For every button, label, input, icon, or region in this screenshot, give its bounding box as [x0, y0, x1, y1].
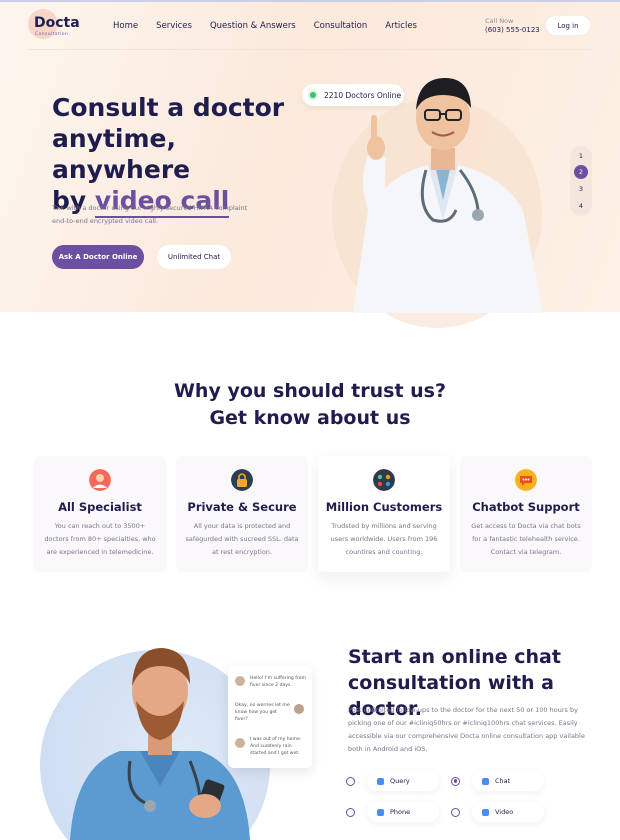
feature-card-desc: You can reach out to 3500+ doctors from …	[44, 522, 156, 556]
feature-card-desc: Trudsted by millions and serving users w…	[330, 522, 438, 556]
trust-title-line2: Get know about us	[209, 407, 411, 429]
header-divider	[28, 49, 591, 50]
feature-card-desc: Get access to Docta via chat bots for a …	[471, 522, 581, 556]
option-label: Video	[495, 808, 514, 816]
hero-title: Consult a doctor anytime, anywhere by vi…	[52, 92, 312, 218]
doctor-hero-image	[353, 78, 543, 313]
trust-title-line1: Why you should trust us?	[173, 380, 447, 402]
call-number[interactable]: (603) 555-0123	[485, 26, 540, 34]
avatar	[235, 738, 245, 748]
option-chat[interactable]: Chat	[451, 771, 544, 791]
ask-doctor-button[interactable]: Ask A Doctor Online	[52, 245, 144, 269]
radio-button[interactable]	[346, 776, 355, 786]
consult-description: Post unlimited follow-ups to the doctor …	[348, 706, 585, 753]
radio-button[interactable]	[451, 807, 460, 817]
option-pill[interactable]: Phone	[367, 802, 439, 822]
feature-card-title: All Specialist	[58, 500, 142, 514]
chat-message: Hello! I'm suffering from fiver since 2 …	[250, 676, 306, 688]
feature-card-specialist[interactable]: All Specialist You can reach out to 3500…	[34, 456, 166, 572]
option-label: Chat	[495, 777, 511, 785]
logo[interactable]: Docta Consultation	[28, 9, 80, 39]
call-label: Call Now	[485, 17, 514, 25]
nav-home[interactable]: Home	[113, 21, 138, 31]
option-label: Query	[390, 777, 410, 785]
option-pill[interactable]: Video	[472, 802, 544, 822]
video-icon	[482, 808, 489, 816]
option-query[interactable]: Query	[346, 771, 439, 791]
option-pill[interactable]: Query	[367, 771, 439, 791]
doctor-icon	[89, 469, 111, 491]
hero-pager: 1 2 3 4	[570, 146, 592, 216]
trust-title: Why you should trust us? Get know about …	[0, 378, 620, 432]
avatar	[294, 704, 304, 714]
logo-text: Docta	[34, 15, 80, 31]
option-pill[interactable]: Chat	[472, 771, 544, 791]
nav-questions-answers[interactable]: Question & Answers	[210, 21, 296, 31]
option-phone[interactable]: Phone	[346, 802, 439, 822]
feature-card-chatbot[interactable]: Chatbot Support Get access to Docta via …	[460, 456, 592, 572]
hero-title-line1: Consult a doctor	[52, 93, 285, 122]
unlimited-chat-button[interactable]: Unlimited Chat	[157, 245, 231, 269]
pager-item-3[interactable]: 3	[574, 182, 588, 196]
feature-card-private[interactable]: Private & Secure All your data is protec…	[176, 456, 308, 572]
doctors-online-text: 2210 Doctors Online	[324, 90, 402, 100]
query-icon	[377, 777, 384, 785]
feature-card-customers[interactable]: Million Customers Trudsted by millions a…	[318, 456, 450, 572]
users-icon	[373, 469, 395, 491]
pager-item-1[interactable]: 1	[574, 149, 588, 163]
nav-services[interactable]: Services	[156, 21, 192, 31]
option-video[interactable]: Video	[451, 802, 544, 822]
radio-button[interactable]	[451, 776, 460, 786]
lock-icon	[231, 469, 253, 491]
avatar	[235, 676, 245, 686]
radio-button[interactable]	[346, 807, 355, 817]
top-border	[0, 0, 620, 2]
chat-message: Okay, no worries let me know how you get…	[235, 703, 290, 722]
feature-card-title: Chatbot Support	[472, 500, 580, 514]
option-label: Phone	[390, 808, 411, 816]
consult-title-line1: Start an online chat	[348, 646, 561, 668]
hero-description: Talk with a doctor using our highly secu…	[52, 204, 248, 225]
feature-card-desc: All your data is protected and safegurde…	[185, 522, 299, 556]
chat-icon	[482, 777, 489, 785]
login-button[interactable]: Log in	[545, 15, 591, 36]
pager-item-2[interactable]: 2	[574, 165, 588, 179]
hero-title-line2: anytime, anywhere	[52, 124, 191, 184]
chat-message: I was out of my home. And suddenly rain …	[250, 737, 302, 756]
chat-icon	[515, 469, 537, 491]
pager-item-4[interactable]: 4	[574, 199, 588, 213]
online-status-dot-icon	[310, 92, 316, 98]
nav-consultation[interactable]: Consultation	[314, 21, 368, 31]
doctors-online-badge: 2210 Doctors Online	[302, 84, 404, 106]
phone-icon	[377, 808, 384, 816]
main-nav: Home Services Question & Answers Consult…	[113, 21, 435, 31]
nav-articles[interactable]: Articles	[385, 21, 417, 31]
chat-preview: Hello! I'm suffering from fiver since 2 …	[228, 666, 312, 768]
feature-card-title: Private & Secure	[187, 500, 297, 514]
feature-card-title: Million Customers	[325, 500, 443, 514]
logo-subtitle: Consultation	[35, 32, 69, 37]
